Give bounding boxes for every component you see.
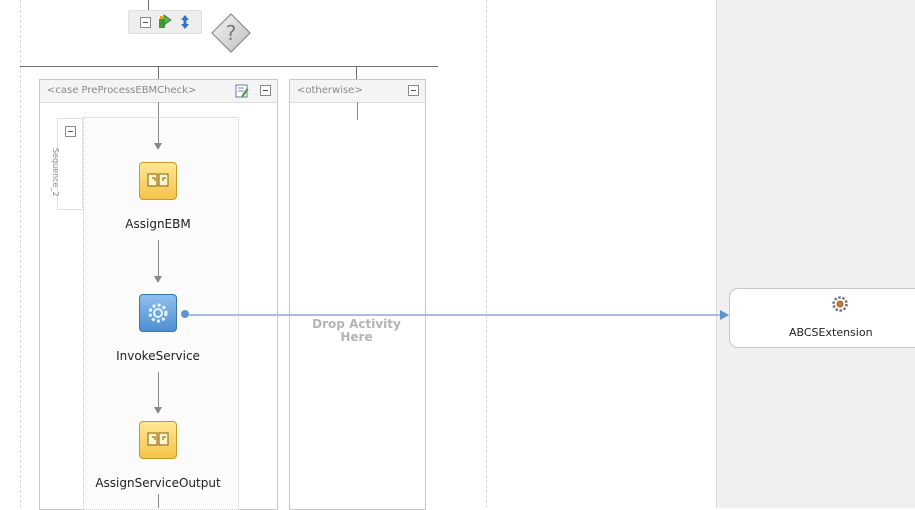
invoke-service-label: InvokeService bbox=[116, 349, 200, 363]
svg-text:?: ? bbox=[226, 21, 237, 45]
drop-zone-line2: Here bbox=[340, 330, 373, 344]
collapse-case-icon[interactable] bbox=[260, 85, 271, 96]
switch-toolbar bbox=[128, 10, 202, 34]
invoke-service-activity[interactable] bbox=[139, 294, 177, 332]
invoke-connector-handle[interactable] bbox=[181, 310, 189, 318]
flow-line-2 bbox=[158, 240, 159, 277]
partner-link-abcsextension[interactable]: ABCSExtension bbox=[729, 288, 915, 348]
case-branch-connector bbox=[158, 67, 159, 79]
collapse-sequence-icon[interactable] bbox=[65, 126, 76, 137]
drop-activity-zone[interactable]: Drop Activity Here bbox=[289, 318, 424, 344]
flow-line-3 bbox=[158, 372, 159, 409]
incoming-connector bbox=[148, 0, 149, 10]
assign-ebm-label: AssignEBM bbox=[125, 217, 191, 231]
edit-condition-icon[interactable] bbox=[235, 83, 249, 98]
assign-ebm-activity[interactable] bbox=[139, 162, 177, 200]
flow-line-1 bbox=[158, 102, 159, 144]
sequence-label: Sequence_2 bbox=[51, 148, 60, 197]
sequence-side-tab[interactable] bbox=[57, 118, 83, 210]
assign-output-label: AssignServiceOutput bbox=[95, 476, 221, 490]
partner-link-connector bbox=[189, 314, 722, 316]
add-case-icon[interactable] bbox=[157, 14, 173, 30]
flow-line-4 bbox=[158, 494, 159, 508]
assign-icon bbox=[147, 432, 169, 446]
flow-arrow-3 bbox=[154, 407, 162, 414]
assign-icon bbox=[147, 173, 169, 187]
collapse-otherwise-icon[interactable] bbox=[408, 85, 419, 96]
lane-guide-left bbox=[20, 0, 21, 508]
otherwise-branch-label: <otherwise> bbox=[297, 85, 363, 96]
otherwise-branch-connector bbox=[356, 67, 357, 79]
invoke-icon bbox=[148, 303, 168, 323]
flow-arrow-1 bbox=[154, 143, 162, 150]
partner-link-arrow bbox=[720, 310, 729, 320]
lane-guide-right bbox=[486, 0, 487, 508]
partner-link-label: ABCSExtension bbox=[789, 326, 873, 339]
partner-links-lane bbox=[716, 0, 915, 508]
gear-service-icon bbox=[830, 294, 850, 314]
flow-arrow-2 bbox=[154, 276, 162, 283]
assign-output-activity[interactable] bbox=[139, 421, 177, 459]
case-branch-label: <case PreProcessEBMCheck> bbox=[47, 85, 197, 96]
sort-icon[interactable] bbox=[177, 14, 193, 30]
collapse-icon[interactable] bbox=[137, 14, 153, 30]
switch-diamond-icon[interactable]: ? bbox=[211, 13, 251, 53]
otherwise-branch[interactable]: <otherwise> bbox=[289, 79, 426, 510]
branch-split-line bbox=[20, 66, 438, 67]
otherwise-stub-line bbox=[357, 102, 358, 120]
